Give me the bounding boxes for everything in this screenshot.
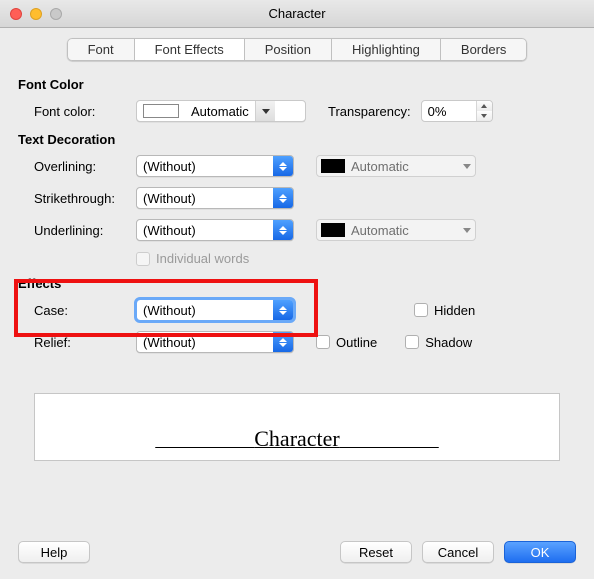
close-icon[interactable] [10, 8, 22, 20]
overlining-value: (Without) [137, 159, 273, 174]
strikethrough-dropdown[interactable]: (Without) [136, 187, 294, 209]
font-color-value: Automatic [185, 104, 255, 119]
chevron-updown-icon [273, 220, 293, 240]
help-button-label: Help [41, 545, 68, 560]
window-controls [0, 8, 62, 20]
case-value: (Without) [137, 303, 273, 318]
content-area: Font Color Font color: Automatic Transpa… [0, 77, 594, 461]
tab-highlighting[interactable]: Highlighting [332, 38, 441, 61]
color-swatch-icon [321, 159, 345, 173]
relief-label: Relief: [18, 335, 136, 350]
hidden-label: Hidden [434, 303, 475, 318]
character-dialog: Character Font Font Effects Position Hig… [0, 0, 594, 579]
outline-checkbox[interactable] [316, 335, 330, 349]
underlining-dropdown[interactable]: (Without) [136, 219, 294, 241]
preview-text: Character [254, 426, 340, 452]
relief-dropdown[interactable]: (Without) [136, 331, 294, 353]
tab-borders[interactable]: Borders [441, 38, 528, 61]
cancel-button-label: Cancel [438, 545, 478, 560]
outline-label: Outline [336, 335, 377, 350]
section-effects-title: Effects [18, 276, 576, 291]
footer: Help Reset Cancel OK [0, 529, 594, 579]
font-color-label: Font color: [18, 104, 136, 119]
chevron-updown-icon [273, 332, 293, 352]
shadow-checkbox[interactable] [405, 335, 419, 349]
underlining-value: (Without) [137, 223, 273, 238]
section-text-decoration-title: Text Decoration [18, 132, 576, 147]
individual-words-checkbox[interactable] [136, 252, 150, 266]
tabbar: Font Font Effects Position Highlighting … [0, 28, 594, 71]
transparency-label: Transparency: [328, 104, 411, 119]
tab-position[interactable]: Position [245, 38, 332, 61]
ok-button-label: OK [531, 545, 550, 560]
overlining-color-dropdown[interactable]: Automatic [316, 155, 476, 177]
overlining-dropdown[interactable]: (Without) [136, 155, 294, 177]
tab-font[interactable]: Font [67, 38, 135, 61]
color-swatch-icon [321, 223, 345, 237]
font-color-dropdown[interactable]: Automatic [136, 100, 306, 122]
strikethrough-label: Strikethrough: [18, 191, 136, 206]
stepper-down-icon[interactable] [477, 111, 492, 121]
help-button[interactable]: Help [18, 541, 90, 563]
chevron-down-icon [463, 228, 471, 233]
hidden-checkbox[interactable] [414, 303, 428, 317]
relief-value: (Without) [137, 335, 273, 350]
preview-area: Character [34, 393, 560, 461]
cancel-button[interactable]: Cancel [422, 541, 494, 563]
zoom-icon[interactable] [50, 8, 62, 20]
individual-words-label: Individual words [156, 251, 249, 266]
underlining-color-dropdown[interactable]: Automatic [316, 219, 476, 241]
window-title: Character [0, 6, 594, 21]
chevron-updown-icon [273, 300, 293, 320]
transparency-spinner[interactable]: 0% [421, 100, 493, 122]
strikethrough-value: (Without) [137, 191, 273, 206]
titlebar: Character [0, 0, 594, 28]
color-swatch-icon [143, 104, 179, 118]
chevron-down-icon [255, 101, 275, 121]
overlining-color-value: Automatic [351, 159, 409, 174]
chevron-updown-icon [273, 188, 293, 208]
tab-font-effects[interactable]: Font Effects [135, 38, 245, 61]
minimize-icon[interactable] [30, 8, 42, 20]
chevron-updown-icon [273, 156, 293, 176]
shadow-label: Shadow [425, 335, 472, 350]
stepper-up-icon[interactable] [477, 101, 492, 111]
case-dropdown[interactable]: (Without) [136, 299, 294, 321]
underlining-label: Underlining: [18, 223, 136, 238]
section-font-color-title: Font Color [18, 77, 576, 92]
case-label: Case: [18, 303, 136, 318]
reset-button[interactable]: Reset [340, 541, 412, 563]
transparency-value: 0% [422, 104, 476, 119]
reset-button-label: Reset [359, 545, 393, 560]
underlining-color-value: Automatic [351, 223, 409, 238]
chevron-down-icon [463, 164, 471, 169]
overlining-label: Overlining: [18, 159, 136, 174]
ok-button[interactable]: OK [504, 541, 576, 563]
